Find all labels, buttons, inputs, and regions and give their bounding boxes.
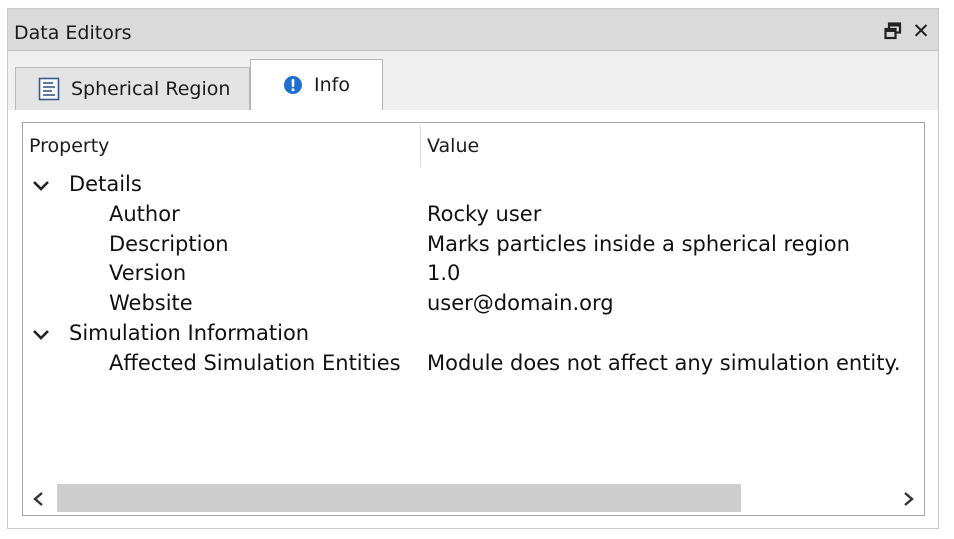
close-icon[interactable]: ✕ bbox=[910, 20, 932, 42]
property-name: Website bbox=[109, 291, 193, 315]
document-icon bbox=[38, 77, 60, 101]
table-row[interactable]: Version 1.0 bbox=[23, 259, 924, 289]
property-value: user@domain.org bbox=[427, 291, 614, 315]
column-divider[interactable] bbox=[420, 125, 421, 167]
chevron-down-icon[interactable] bbox=[31, 325, 51, 345]
tab-spherical-region[interactable]: Spherical Region bbox=[15, 67, 250, 111]
tree-header: Property Value bbox=[23, 123, 924, 169]
horizontal-scrollbar[interactable] bbox=[23, 483, 924, 515]
property-tree: Property Value Details Author Rocky user… bbox=[22, 122, 925, 516]
property-name: Affected Simulation Entities bbox=[109, 351, 401, 375]
scrollbar-thumb[interactable] bbox=[57, 484, 741, 512]
info-content: Property Value Details Author Rocky user… bbox=[8, 110, 938, 528]
tab-bar: Spherical Region Info bbox=[8, 51, 938, 111]
scroll-right-icon[interactable] bbox=[898, 489, 918, 509]
table-row[interactable]: Affected Simulation Entities Module does… bbox=[23, 349, 924, 379]
group-label: Details bbox=[69, 172, 142, 196]
table-row[interactable]: Description Marks particles inside a sph… bbox=[23, 230, 924, 260]
float-window-icon[interactable] bbox=[882, 20, 904, 42]
column-header-value[interactable]: Value bbox=[427, 135, 479, 157]
table-row[interactable]: Website user@domain.org bbox=[23, 289, 924, 319]
panel-titlebar: Data Editors ✕ bbox=[8, 9, 938, 51]
property-name: Version bbox=[109, 261, 187, 285]
chevron-down-icon[interactable] bbox=[31, 176, 51, 196]
property-value: Marks particles inside a spherical regio… bbox=[427, 232, 850, 256]
property-value: 1.0 bbox=[427, 261, 461, 285]
group-row-simulation-information[interactable]: Simulation Information bbox=[23, 319, 924, 349]
data-editors-panel: Data Editors ✕ Spherical Region Info Pro… bbox=[7, 8, 939, 529]
tab-label: Spherical Region bbox=[71, 78, 231, 100]
panel-title: Data Editors bbox=[14, 22, 132, 44]
group-label: Simulation Information bbox=[69, 321, 310, 345]
column-header-property[interactable]: Property bbox=[29, 135, 109, 157]
property-value: Rocky user bbox=[427, 202, 542, 226]
property-name: Author bbox=[109, 202, 180, 226]
table-row[interactable]: Author Rocky user bbox=[23, 200, 924, 230]
property-value: Module does not affect any simulation en… bbox=[427, 351, 901, 375]
group-row-details[interactable]: Details bbox=[23, 170, 924, 200]
tab-info[interactable]: Info bbox=[250, 59, 383, 111]
property-name: Description bbox=[109, 232, 229, 256]
tab-label: Info bbox=[314, 74, 350, 96]
scroll-left-icon[interactable] bbox=[29, 489, 49, 509]
info-icon bbox=[283, 75, 303, 95]
